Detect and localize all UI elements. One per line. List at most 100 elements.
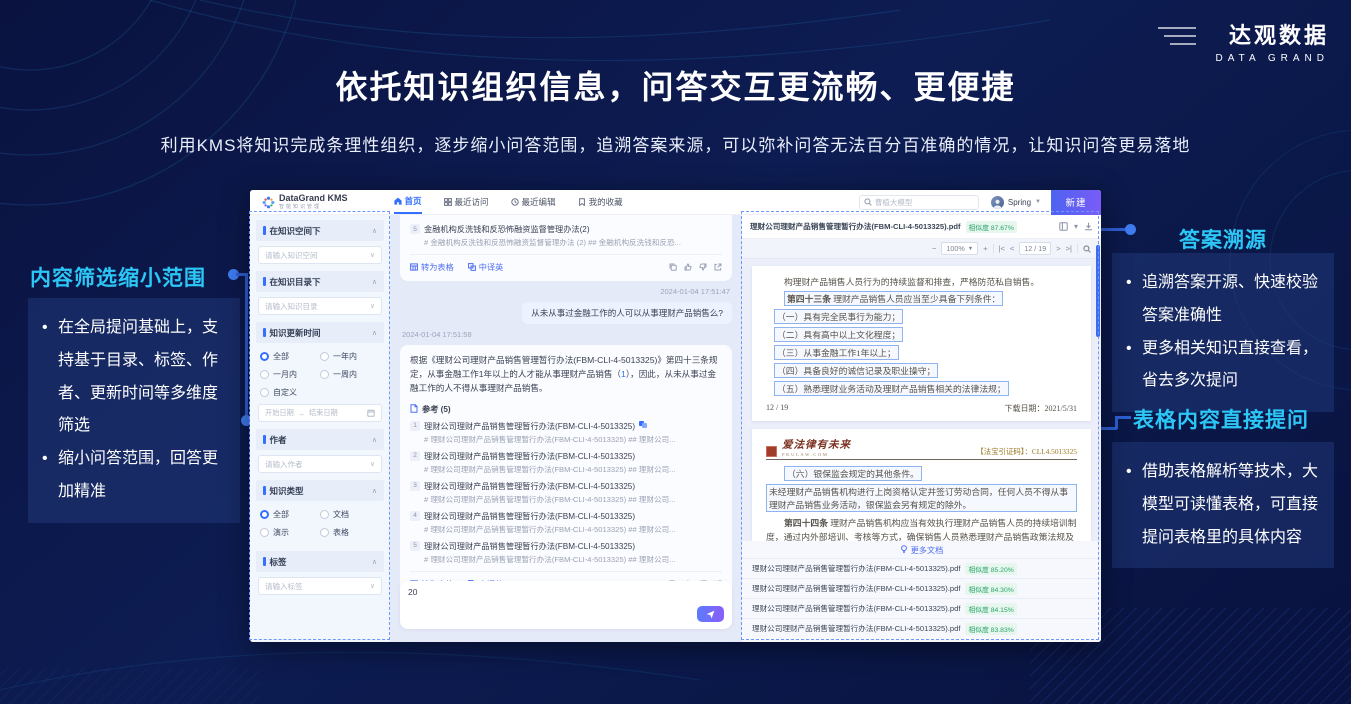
section-title: 知识更新时间	[270, 327, 321, 339]
new-button[interactable]: 新建	[1051, 190, 1101, 215]
next-page-icon[interactable]: >	[1056, 244, 1060, 253]
reference-number: 2	[410, 451, 420, 461]
zoom-out-icon[interactable]: −	[932, 244, 936, 253]
bullet-dot: •	[1126, 333, 1142, 399]
nav-tab-recent-visit[interactable]: 最近访问	[444, 190, 489, 214]
nav-tab-recent-edit[interactable]: 最近编辑	[511, 190, 556, 214]
avatar	[991, 196, 1004, 209]
thumbs-down-icon[interactable]	[699, 263, 707, 271]
radio-time-year[interactable]: 一年内	[320, 351, 380, 362]
doc-name: 理财公司理财产品销售管理暂行办法(FBM-CLI-4-5013325).pdf	[752, 623, 960, 634]
copy-icon[interactable]	[669, 263, 677, 271]
search-input[interactable]	[875, 198, 965, 207]
share-icon[interactable]	[714, 263, 722, 271]
annotation-right-top-title: 答案溯源	[1112, 224, 1334, 254]
chevron-down-icon: ∨	[370, 302, 375, 310]
collapse-icon[interactable]: ∧	[372, 227, 377, 235]
collapse-icon[interactable]: ∧	[372, 436, 377, 444]
related-doc-row[interactable]: 理财公司理财产品销售管理暂行办法(FBM-CLI-4-5013325).pdf …	[742, 558, 1101, 578]
translate-icon	[468, 263, 476, 271]
select-placeholder: 请输入知识空间	[265, 250, 318, 261]
space-select[interactable]: 请输入知识空间 ∨	[258, 246, 382, 264]
chevron-down-icon: ∨	[370, 460, 375, 468]
author-select[interactable]: 请输入作者 ∨	[258, 455, 382, 473]
pdf-scrollbar[interactable]	[1096, 245, 1100, 337]
related-doc-row[interactable]: 理财公司理财产品销售管理暂行办法(FBM-CLI-4-5013325).pdf …	[742, 578, 1101, 598]
radio-type-all[interactable]: 全部	[260, 509, 320, 520]
tag-select[interactable]: 请输入标签 ∨	[258, 577, 382, 595]
pkulaw-header: 爱法律有未来 PKULAW.COM 【法宝引证码】：CLI.4.5013325	[766, 437, 1077, 460]
radio-time-week[interactable]: 一周内	[320, 369, 380, 380]
related-doc-row[interactable]: 理财公司理财产品销售管理暂行办法(FBM-CLI-4-5013325).pdf …	[742, 618, 1101, 638]
reference-snippet: # 理财公司理财产品销售管理暂行办法(FBM-CLI-4-5013325) ##…	[424, 434, 722, 445]
kms-logo[interactable]: DataGrand KMS 智能知识管理	[262, 194, 348, 210]
radio-type-slides[interactable]: 演示	[260, 527, 320, 538]
reference-item[interactable]: 2 理财公司理财产品销售管理暂行办法(FBM-CLI-4-5013325) # …	[410, 450, 722, 475]
search-icon	[864, 198, 872, 206]
radio-type-doc[interactable]: 文档	[320, 509, 380, 520]
pdf-toolbar: − 100%▼ + |< < 12 / 19 > >|	[742, 239, 1101, 259]
radio-label: 一年内	[333, 351, 357, 362]
annotation-left-box: • 在全局提问基础上，支持基于目录、标签、作者、更新时间等多维度筛选 • 缩小问…	[28, 298, 240, 523]
radio-time-all[interactable]: 全部	[260, 351, 320, 362]
page-indicator[interactable]: 12 / 19	[1019, 242, 1051, 255]
reference-item[interactable]: 4 理财公司理财产品销售管理暂行办法(FBM-CLI-4-5013325) # …	[410, 510, 722, 535]
radio-type-table[interactable]: 表格	[320, 527, 380, 538]
date-range-picker[interactable]: 开始日期 → 结束日期	[258, 404, 382, 422]
nav-tab-label: 我的收藏	[589, 196, 623, 208]
section-accent-bar	[263, 328, 266, 337]
filter-section-header[interactable]: 标签 ∧	[256, 551, 384, 572]
send-button[interactable]	[697, 606, 724, 622]
filter-section-header[interactable]: 在知识空间下 ∧	[256, 220, 384, 241]
layout-icon[interactable]	[1059, 222, 1068, 231]
collapse-icon[interactable]: ∧	[372, 487, 377, 495]
chat-input-field[interactable]: 20	[408, 587, 688, 617]
filter-section-header[interactable]: 知识类型 ∧	[256, 480, 384, 501]
reference-item[interactable]: 5 理财公司理财产品销售管理暂行办法(FBM-CLI-4-5013325) # …	[410, 540, 722, 565]
section-accent-bar	[263, 486, 266, 495]
radio-time-month[interactable]: 一月内	[260, 369, 320, 380]
highlighted-clause: 未经理财产品销售机构进行上岗资格认定并签订劳动合同，任何人员不得从事理财产品销售…	[766, 484, 1077, 512]
last-page-icon[interactable]: >|	[1066, 244, 1072, 253]
radio-time-custom[interactable]: 自定义	[260, 387, 320, 398]
reference-snippet: # 理财公司理财产品销售管理暂行办法(FBM-CLI-4-5013325) ##…	[424, 494, 722, 505]
search-doc-icon[interactable]	[1083, 245, 1091, 253]
zoom-in-icon[interactable]: +	[983, 244, 987, 253]
global-search-box[interactable]	[859, 195, 979, 210]
reference-item[interactable]: 5 金融机构反洗钱和反恐怖融资监督管理办法(2)	[410, 223, 722, 235]
reference-item[interactable]: 1 理财公司理财产品销售管理暂行办法(FBM-CLI-4-5013325) # …	[410, 420, 722, 445]
cite-jump-icon[interactable]	[639, 420, 647, 428]
answer-timestamp: 2024-01-04 17:51:58	[402, 330, 730, 339]
related-doc-row[interactable]: 理财公司理财产品销售管理暂行办法(FBM-CLI-4-5013325).pdf …	[742, 598, 1101, 618]
more-menu-icon[interactable]: ▾	[1074, 222, 1078, 231]
user-menu[interactable]: Spring ▼	[991, 196, 1041, 209]
collapse-icon[interactable]: ∧	[372, 329, 377, 337]
filter-section-header[interactable]: 在知识目录下 ∧	[256, 271, 384, 292]
reference-item[interactable]: 3 理财公司理财产品销售管理暂行办法(FBM-CLI-4-5013325) # …	[410, 480, 722, 505]
pdf-page-area[interactable]: 构理财产品销售人员行为的持续监督和排查，严格防范私自销售。 第四十三条 理财产品…	[742, 259, 1101, 541]
annotation-bullet: • 追溯答案开源、快速校验答案准确性	[1126, 267, 1322, 333]
citation-code: 【法宝引证码】：CLI.4.5013325	[976, 446, 1077, 457]
download-icon[interactable]	[1084, 222, 1093, 231]
catalog-select[interactable]: 请输入知识目录 ∨	[258, 297, 382, 315]
zoom-level-select[interactable]: 100%▼	[941, 242, 978, 255]
slide-canvas: 达观数据 DATA GRAND 依托知识组织信息，问答交互更流畅、更便捷 利用K…	[0, 0, 1351, 704]
chevron-down-icon: ▼	[1035, 199, 1041, 205]
collapse-icon[interactable]: ∧	[372, 278, 377, 286]
prev-page-icon[interactable]: <	[1010, 244, 1014, 253]
nav-tab-favorites[interactable]: 我的收藏	[578, 190, 623, 214]
highlighted-clause: （四）具备良好的诚信记录及职业操守；	[774, 363, 938, 378]
collapse-icon[interactable]: ∧	[372, 558, 377, 566]
reference-snippet: # 理财公司理财产品销售管理暂行办法(FBM-CLI-4-5013325) ##…	[424, 464, 722, 475]
section-title: 作者	[270, 434, 287, 446]
nav-tab-home[interactable]: 首页	[394, 190, 422, 214]
filter-section-header[interactable]: 知识更新时间 ∧	[256, 322, 384, 343]
first-page-icon[interactable]: |<	[999, 244, 1005, 253]
to-table-button[interactable]: 转为表格	[410, 261, 454, 273]
filter-section-header[interactable]: 作者 ∧	[256, 429, 384, 450]
nav-tab-label: 最近编辑	[522, 196, 556, 208]
translate-button[interactable]: 中译英	[468, 261, 504, 273]
answer-card: 根据《理财公司理财产品销售管理暂行办法(FBM-CLI-4-5013325)》第…	[400, 345, 732, 598]
more-docs-button[interactable]: 更多文档	[742, 541, 1101, 558]
thumbs-up-icon[interactable]	[684, 263, 692, 271]
